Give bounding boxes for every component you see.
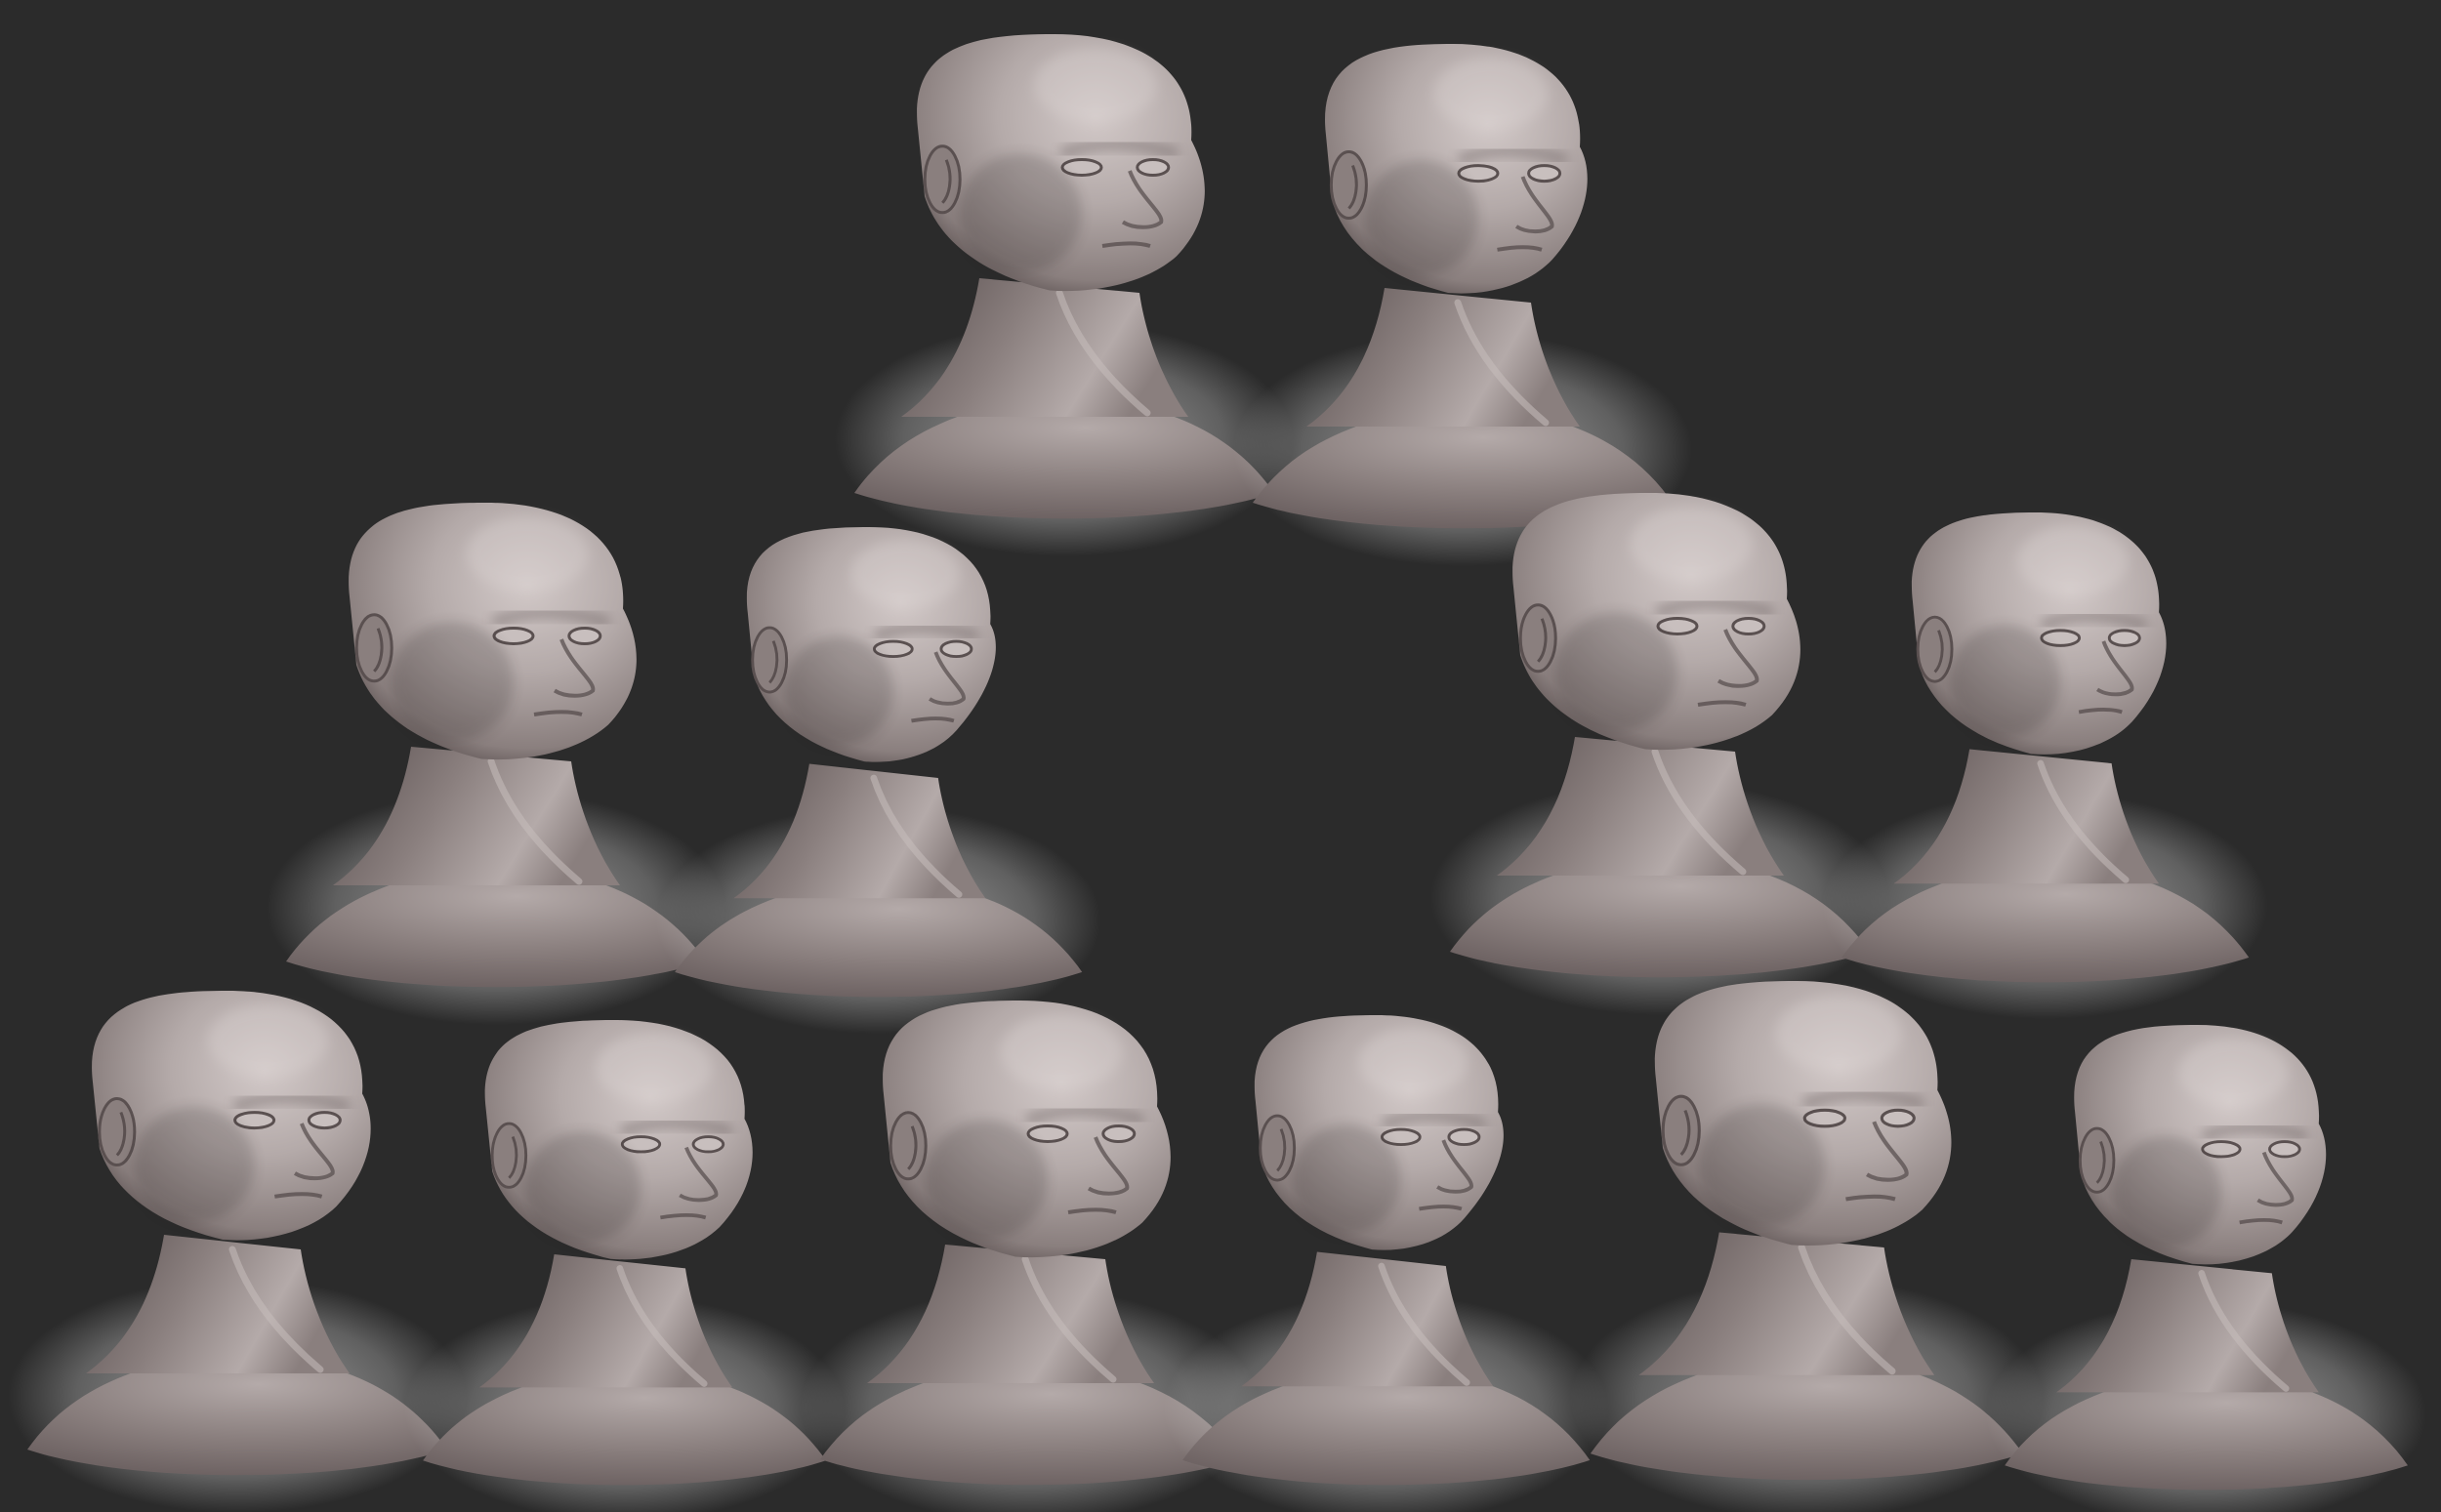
eye-left (620, 1135, 662, 1154)
cheek-shadow (925, 1120, 1048, 1240)
cheek-shadow (1292, 1124, 1401, 1235)
eye-left (2040, 629, 2082, 647)
eye-right (1136, 158, 1171, 177)
eye-left (872, 639, 914, 659)
sculpt-gallery-canvas (0, 0, 2441, 1512)
eye-left (1802, 1108, 1846, 1128)
cheek-shadow (391, 622, 514, 742)
eye-right (1101, 1124, 1137, 1143)
forehead-highlight (1433, 57, 1549, 131)
cheek-shadow (1554, 612, 1677, 732)
cheek-shadow (1698, 1104, 1825, 1228)
eye-right (567, 627, 602, 645)
eye-left (233, 1111, 276, 1130)
cheek-shadow (1364, 160, 1478, 276)
eye-right (1527, 164, 1562, 184)
eye-left (1380, 1127, 1422, 1147)
eye-right (1447, 1127, 1481, 1147)
eye-left (1060, 158, 1103, 177)
eye-right (2268, 1140, 2301, 1159)
sculpt-gallery-svg (0, 0, 2441, 1512)
eye-right (939, 639, 973, 659)
forehead-highlight (1034, 48, 1157, 123)
cheek-shadow (133, 1107, 255, 1223)
cheek-shadow (784, 636, 893, 747)
eye-right (691, 1135, 725, 1154)
eye-right (2107, 629, 2141, 647)
eye-right (1880, 1108, 1916, 1128)
eye-left (492, 627, 535, 645)
background (0, 0, 2441, 1512)
forehead-highlight (2017, 525, 2129, 596)
forehead-highlight (1000, 1014, 1123, 1089)
eye-right (307, 1111, 342, 1130)
cheek-shadow (2111, 1136, 2221, 1248)
forehead-highlight (1358, 1027, 1469, 1097)
forehead-highlight (2178, 1038, 2289, 1108)
forehead-highlight (1775, 995, 1903, 1073)
cheek-shadow (524, 1131, 641, 1244)
forehead-highlight (466, 516, 589, 592)
forehead-highlight (207, 1003, 329, 1078)
forehead-highlight (596, 1033, 713, 1103)
eye-left (2201, 1140, 2242, 1159)
cheek-shadow (1949, 625, 2061, 738)
eye-right (1731, 617, 1766, 635)
eye-left (1656, 617, 1699, 635)
cheek-shadow (959, 153, 1082, 273)
forehead-highlight (1630, 507, 1753, 582)
forehead-highlight (850, 539, 961, 609)
eye-left (1457, 164, 1500, 184)
eye-left (1026, 1124, 1069, 1143)
